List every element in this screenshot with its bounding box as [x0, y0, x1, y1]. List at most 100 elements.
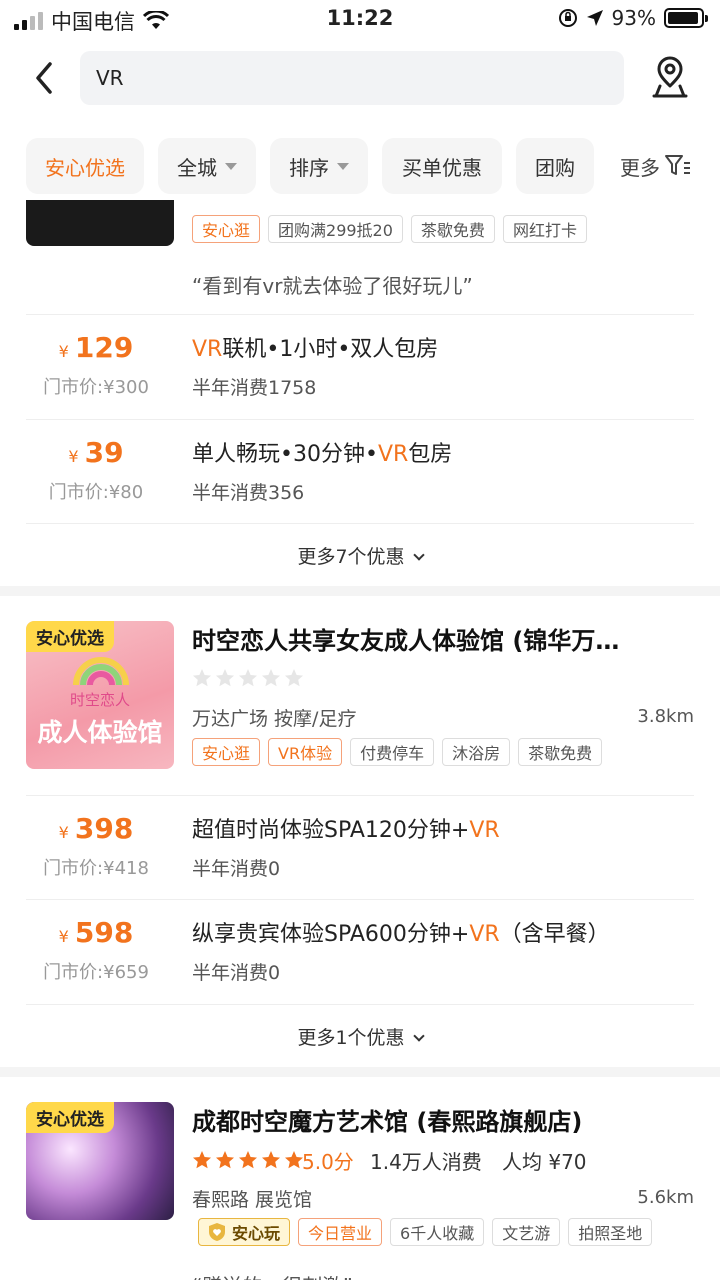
- deal-original-price: 门市价:¥659: [43, 962, 149, 983]
- tag: 沐浴房: [442, 738, 511, 766]
- star-icon: [285, 1151, 303, 1169]
- tag-anxin: 安心逛: [192, 215, 261, 243]
- star-icon: [216, 669, 234, 687]
- tag: 茶歇免费: [410, 215, 495, 243]
- star-icon: [239, 669, 257, 687]
- battery-percent: 93%: [611, 6, 656, 30]
- location-arrow-icon: [586, 10, 603, 26]
- filter-pay-discount[interactable]: 买单优惠: [382, 138, 502, 194]
- star-icon: [239, 1151, 257, 1169]
- shop-title[interactable]: 成都时空魔方艺术馆 (春熙路旗舰店): [192, 1102, 702, 1137]
- shop-review-quote: “看到有vr就去体验了很好玩儿”: [192, 274, 473, 298]
- deal-item[interactable]: ¥598 门市价:¥659 纵享贵宾体验SPA600分钟+VR（含早餐） 半年消…: [0, 900, 720, 1004]
- deal-item[interactable]: ¥398 门市价:¥418 超值时尚体验SPA120分钟+VR 半年消费0: [0, 796, 720, 900]
- search-header: VR: [0, 38, 720, 128]
- result-list[interactable]: 安心逛 团购满299抵20 茶歇免费 网红打卡 “看到有vr就去体验了很好玩儿”…: [0, 200, 720, 1280]
- tag: 6千人收藏: [390, 1218, 485, 1246]
- tag-anxin-play: 安心玩: [198, 1218, 291, 1246]
- caret-down-icon: [225, 162, 237, 170]
- caret-down-icon: [337, 162, 349, 170]
- shop-thumbnail[interactable]: 安心优选 时空恋人 成人体验馆: [26, 621, 174, 769]
- shop-tags: 安心逛 团购满299抵20 茶歇免费 网红打卡: [192, 215, 595, 243]
- filter-label: 买单优惠: [402, 155, 482, 180]
- back-arrow-icon[interactable]: [28, 56, 64, 100]
- rating-stars: [192, 668, 304, 688]
- deal-price: ¥398: [58, 812, 134, 845]
- rating-score: 5.0分: [302, 1150, 354, 1174]
- more-filters-label: 更多: [620, 155, 660, 180]
- tag: 茶歇免费: [518, 738, 603, 766]
- filter-sort[interactable]: 排序: [270, 138, 368, 194]
- shop-thumbnail[interactable]: [26, 200, 174, 246]
- rotation-lock-icon: [558, 9, 577, 27]
- deal-sales: 半年消费0: [192, 962, 281, 984]
- filter-anxin[interactable]: 安心优选: [26, 138, 144, 194]
- star-icon: [262, 1151, 280, 1169]
- status-bar: 中国电信 11:22 93%: [0, 0, 720, 38]
- deal-sales: 半年消费356: [192, 482, 305, 504]
- shop-thumbnail[interactable]: 安心优选: [26, 1102, 174, 1220]
- tag: 付费停车: [350, 738, 435, 766]
- more-deals-link[interactable]: 更多7个优惠: [0, 542, 720, 569]
- deal-price: ¥129: [58, 331, 134, 364]
- rating-stars: [192, 1150, 304, 1170]
- shop-distance: 5.6km: [637, 1187, 694, 1208]
- deal-price: ¥39: [68, 436, 124, 469]
- tag-vr: VR体验: [268, 738, 343, 766]
- deal-original-price: 门市价:¥418: [43, 858, 149, 879]
- deal-title: 纵享贵宾体验SPA600分钟+VR（含早餐）: [192, 922, 610, 947]
- thumb-caption-text: 成人体验馆: [37, 718, 163, 747]
- filter-label: 全城: [177, 155, 217, 180]
- deal-item[interactable]: ¥39 门市价:¥80 单人畅玩•30分钟•VR包房 半年消费356: [0, 420, 720, 524]
- tag: 网红打卡: [502, 215, 587, 243]
- tag: 拍照圣地: [568, 1218, 653, 1246]
- filter-bar: 安心优选 全城 排序 买单优惠 团购 更多: [0, 138, 720, 194]
- deal-price: ¥598: [58, 916, 134, 949]
- shop-tags: 安心逛 VR体验 付费停车 沐浴房 茶歇免费: [192, 738, 610, 766]
- shop-area-category: 万达广场 按摩/足疗: [192, 708, 357, 730]
- tag-anxin: 安心逛: [192, 738, 261, 766]
- deal-title: VR联机•1小时•双人包房: [192, 337, 439, 362]
- filter-funnel-icon: [665, 155, 690, 175]
- filter-group-buy[interactable]: 团购: [516, 138, 594, 194]
- shop-review-quote: “赠送的一很刺激”: [192, 1270, 353, 1280]
- tag: 文艺游: [492, 1218, 561, 1246]
- filter-label: 排序: [289, 155, 329, 180]
- battery-icon: [664, 8, 708, 28]
- shop-title[interactable]: 时空恋人共享女友成人体验馆 (锦华万…: [192, 621, 702, 656]
- star-icon: [193, 1151, 211, 1169]
- chevron-down-icon: [412, 549, 425, 561]
- search-input[interactable]: VR: [80, 51, 624, 105]
- star-icon: [193, 669, 211, 687]
- deal-original-price: 门市价:¥300: [43, 377, 149, 398]
- consumption-count: 1.4万人消费: [370, 1150, 482, 1174]
- search-query: VR: [96, 66, 124, 90]
- filter-label: 团购: [535, 155, 575, 180]
- shop-tags: 安心玩 今日营业 6千人收藏 文艺游 拍照圣地: [198, 1218, 660, 1246]
- star-icon: [216, 1151, 234, 1169]
- filter-city[interactable]: 全城: [158, 138, 256, 194]
- deal-title: 单人畅玩•30分钟•VR包房: [192, 442, 453, 467]
- star-icon: [262, 669, 280, 687]
- avg-price: 人均 ¥70: [502, 1150, 587, 1174]
- shop-area-category: 春熙路 展览馆: [192, 1189, 313, 1211]
- deal-original-price: 门市价:¥80: [48, 482, 144, 503]
- map-pin-icon[interactable]: [650, 56, 690, 100]
- shop-distance: 3.8km: [637, 706, 694, 727]
- chevron-down-icon: [412, 1030, 425, 1042]
- deal-item[interactable]: ¥129 门市价:¥300 VR联机•1小时•双人包房 半年消费1758: [0, 315, 720, 419]
- more-deals-link[interactable]: 更多1个优惠: [0, 1023, 720, 1050]
- filter-label: 安心优选: [45, 155, 125, 180]
- deal-sales: 半年消费1758: [192, 377, 317, 399]
- more-filters-button[interactable]: 更多: [620, 138, 692, 194]
- anxin-badge: 安心优选: [26, 1102, 114, 1133]
- star-icon: [285, 669, 303, 687]
- deal-sales: 半年消费0: [192, 858, 281, 880]
- tag: 团购满299抵20: [268, 215, 403, 243]
- shield-heart-icon: [209, 1223, 225, 1241]
- anxin-badge: 安心优选: [26, 621, 114, 652]
- rainbow-logo-icon: [73, 657, 129, 686]
- thumb-brand-text: 时空恋人: [69, 691, 130, 709]
- tag-open-today: 今日营业: [298, 1218, 383, 1246]
- deal-title: 超值时尚体验SPA120分钟+VR: [192, 818, 500, 843]
